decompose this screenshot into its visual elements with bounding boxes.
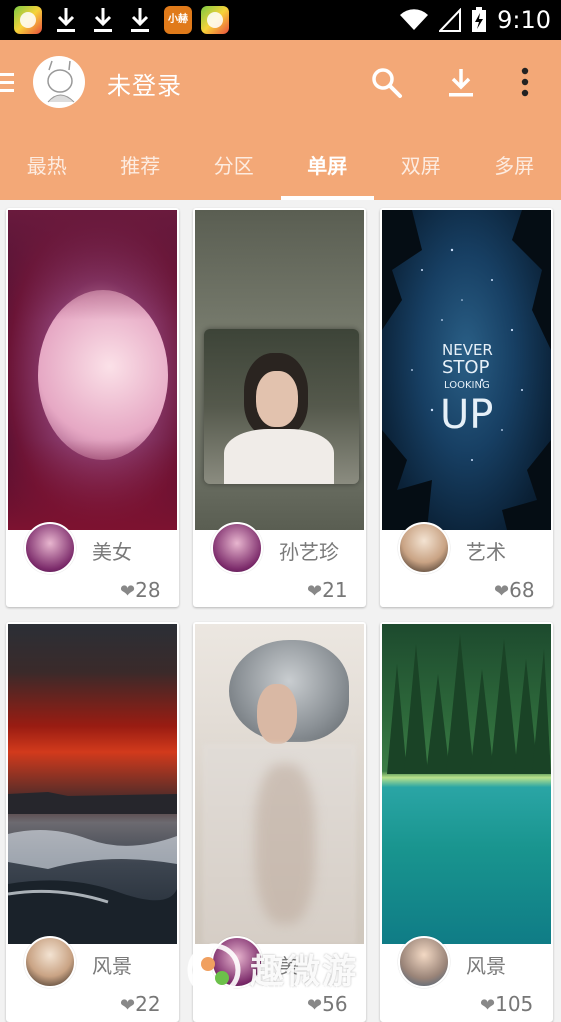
wallpaper-thumbnail[interactable] [195, 624, 364, 944]
wallpaper-card[interactable]: 孙艺珍 ❤21 [193, 208, 366, 607]
app-icon-green [201, 6, 229, 34]
heart-icon[interactable]: ❤ [120, 995, 135, 1016]
watermark-subtext: QUWEIYOU [262, 984, 341, 995]
avatar[interactable] [398, 522, 450, 574]
search-icon[interactable] [370, 66, 404, 100]
heart-icon[interactable]: ❤ [120, 581, 135, 602]
app-icon-green [14, 6, 42, 34]
more-vertical-icon[interactable] [510, 66, 540, 100]
download-icon [91, 6, 115, 34]
card-title: 艺术 [466, 536, 506, 565]
avatar[interactable] [24, 522, 76, 574]
like-count[interactable]: ❤28 [120, 578, 161, 602]
signal-icon [439, 8, 461, 32]
watermark: 趣微游 QUWEIYOU [186, 940, 386, 999]
like-count[interactable]: ❤105 [480, 992, 533, 1016]
card-title: 风景 [466, 950, 506, 979]
card-title: 孙艺珍 [279, 536, 339, 565]
wallpaper-thumbnail[interactable]: NEVER STOP LOOKING UP [382, 210, 551, 530]
heart-icon[interactable]: ❤ [480, 995, 495, 1016]
art-text: LOOKING [444, 380, 490, 391]
like-count[interactable]: ❤22 [120, 992, 161, 1016]
avatar[interactable] [33, 56, 85, 108]
heart-icon[interactable]: ❤ [494, 581, 509, 602]
wallpaper-thumbnail[interactable] [195, 210, 364, 530]
wifi-icon [399, 8, 429, 32]
tab-multi-screen[interactable]: 多屏 [468, 150, 561, 179]
menu-icon[interactable] [0, 70, 14, 96]
category-tabs: 最热 推荐 分区 单屏 双屏 多屏 [0, 140, 561, 200]
tab-dual-screen[interactable]: 双屏 [374, 150, 468, 179]
avatar[interactable] [398, 936, 450, 988]
card-title: 美女 [92, 536, 132, 565]
art-text: UP [440, 392, 493, 438]
avatar[interactable] [211, 522, 263, 574]
app-header: 未登录 最热 推荐 分区 单屏 双屏 多屏 [0, 40, 561, 200]
wallpaper-card[interactable]: 风景 ❤22 [6, 622, 179, 1022]
tab-recommended[interactable]: 推荐 [94, 150, 188, 179]
tab-active-indicator [281, 196, 374, 200]
app-icon-orange-xiaolv: 小赫 [164, 6, 192, 34]
download-icon[interactable] [444, 66, 478, 100]
like-count[interactable]: ❤21 [307, 578, 348, 602]
heart-icon[interactable]: ❤ [307, 581, 322, 602]
avatar[interactable] [24, 936, 76, 988]
tab-sections[interactable]: 分区 [187, 150, 281, 179]
download-icon [128, 6, 152, 34]
wallpaper-card[interactable]: NEVER STOP LOOKING UP 艺术 ❤68 [380, 208, 553, 607]
art-text: STOP [442, 357, 490, 378]
clock: 9:10 [497, 6, 551, 34]
login-status[interactable]: 未登录 [107, 66, 182, 101]
like-count[interactable]: ❤68 [494, 578, 535, 602]
battery-charging-icon [471, 7, 487, 33]
download-icon [54, 6, 78, 34]
card-title: 风景 [92, 950, 132, 979]
watermark-logo-icon [186, 940, 246, 999]
wallpaper-thumbnail[interactable] [8, 210, 177, 530]
tab-hot[interactable]: 最热 [0, 150, 94, 179]
tab-single-screen[interactable]: 单屏 [281, 150, 375, 179]
wallpaper-thumbnail[interactable] [382, 624, 551, 944]
wallpaper-card[interactable]: 美女 ❤28 [6, 208, 179, 607]
wallpaper-card[interactable]: 风景 ❤105 [380, 622, 553, 1022]
status-bar: 小赫 9:10 [0, 0, 561, 40]
wallpaper-thumbnail[interactable] [8, 624, 177, 944]
